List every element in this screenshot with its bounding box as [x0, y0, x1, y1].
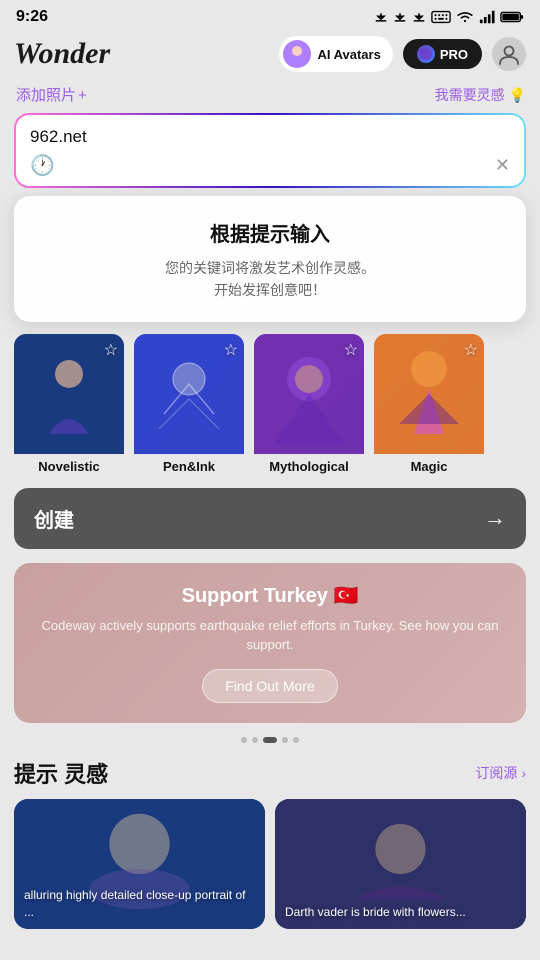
status-time: 9:26 — [16, 8, 48, 26]
inspiration-cards: alluring highly detailed close-up portra… — [0, 799, 540, 945]
subscribe-link[interactable]: 订阅源 › — [475, 763, 526, 783]
keyboard-icon — [431, 10, 451, 24]
favorite-icon-novelistic[interactable]: ☆ — [104, 340, 118, 360]
need-inspiration-button[interactable]: 我需要灵感 💡 — [435, 85, 526, 105]
pro-icon — [417, 45, 435, 63]
style-card-mythological[interactable]: ☆ Mythological — [254, 334, 364, 474]
arrow-icon: → — [484, 505, 506, 531]
tooltip-title: 根据提示输入 — [34, 218, 506, 247]
inspiration-title: 提示 灵感 — [14, 757, 108, 789]
create-button[interactable]: 创建 → — [14, 488, 526, 549]
tooltip-description: 您的关键词将激发艺术创作灵感。开始发挥创意吧！ — [34, 257, 506, 302]
style-card-label-penink: Pen&Ink — [134, 454, 244, 474]
ai-avatars-label: AI Avatars — [317, 47, 380, 62]
inspiration-card-2[interactable]: Darth vader is bride with flowers... — [275, 799, 526, 929]
support-description: Codeway actively supports earthquake rel… — [34, 616, 506, 655]
style-card-magic[interactable]: ☆ Magic — [374, 334, 484, 474]
inspiration-card-text-1: alluring highly detailed close-up portra… — [24, 887, 255, 921]
support-title: Support Turkey 🇹🇷 — [34, 583, 506, 608]
inspiration-header: 提示 灵感 订阅源 › — [0, 747, 540, 799]
pro-label: PRO — [440, 47, 468, 62]
style-card-label-magic: Magic — [374, 454, 484, 474]
dot-4[interactable] — [282, 737, 288, 743]
signal-icon — [479, 10, 495, 24]
inspiration-card-1[interactable]: alluring highly detailed close-up portra… — [14, 799, 265, 929]
create-label: 创建 — [34, 504, 74, 533]
support-banner: Support Turkey 🇹🇷 Codeway actively suppo… — [14, 563, 526, 723]
dot-1[interactable] — [241, 737, 247, 743]
favorite-icon-penink[interactable]: ☆ — [224, 340, 238, 360]
download-icon-3 — [412, 10, 426, 24]
carousel-indicators — [0, 729, 540, 747]
status-icons — [374, 10, 524, 24]
create-button-row: 创建 → — [0, 480, 540, 557]
avatar-image — [283, 40, 311, 68]
style-cards-row: ☆ Novelistic ☆ Pen&Ink — [0, 322, 540, 480]
style-card-label-novelistic: Novelistic — [14, 454, 124, 474]
style-card-label-mythological: Mythological — [254, 454, 364, 474]
subtitle-row: 添加照片+ 我需要灵感 💡 — [0, 82, 540, 113]
dot-3-active[interactable] — [263, 737, 277, 743]
search-inner: 🕐 ✕ — [16, 115, 524, 186]
search-input[interactable] — [30, 127, 510, 147]
dot-2[interactable] — [252, 737, 258, 743]
header: Wonder AI Avatars — [0, 30, 540, 82]
wifi-icon — [456, 10, 474, 24]
favorite-icon-mythological[interactable]: ☆ — [344, 340, 358, 360]
dot-5[interactable] — [293, 737, 299, 743]
search-input-container: 🕐 ✕ — [14, 113, 526, 188]
style-card-novelistic[interactable]: ☆ Novelistic — [14, 334, 124, 474]
inspiration-card-text-2: Darth vader is bride with flowers... — [285, 904, 516, 921]
favorite-icon-magic[interactable]: ☆ — [464, 340, 478, 360]
clear-button[interactable]: ✕ — [495, 155, 510, 176]
search-border-wrap: 🕐 ✕ — [14, 113, 526, 188]
ai-avatars-button[interactable]: AI Avatars — [279, 36, 392, 72]
user-profile-icon[interactable] — [492, 37, 526, 71]
search-bottom-row: 🕐 ✕ — [30, 153, 510, 178]
tooltip-popup: 根据提示输入 您的关键词将激发艺术创作灵感。开始发挥创意吧！ — [14, 196, 526, 322]
battery-icon — [500, 10, 524, 24]
pro-button[interactable]: PRO — [403, 39, 482, 69]
history-icon[interactable]: 🕐 — [30, 153, 55, 178]
app-logo: Wonder — [14, 37, 269, 71]
add-photo-button[interactable]: 添加照片+ — [14, 84, 87, 105]
status-bar: 9:26 — [0, 0, 540, 30]
find-out-more-button[interactable]: Find Out More — [202, 669, 337, 703]
download-icon-2 — [393, 10, 407, 24]
download-icon-1 — [374, 10, 388, 24]
style-card-penink[interactable]: ☆ Pen&Ink — [134, 334, 244, 474]
